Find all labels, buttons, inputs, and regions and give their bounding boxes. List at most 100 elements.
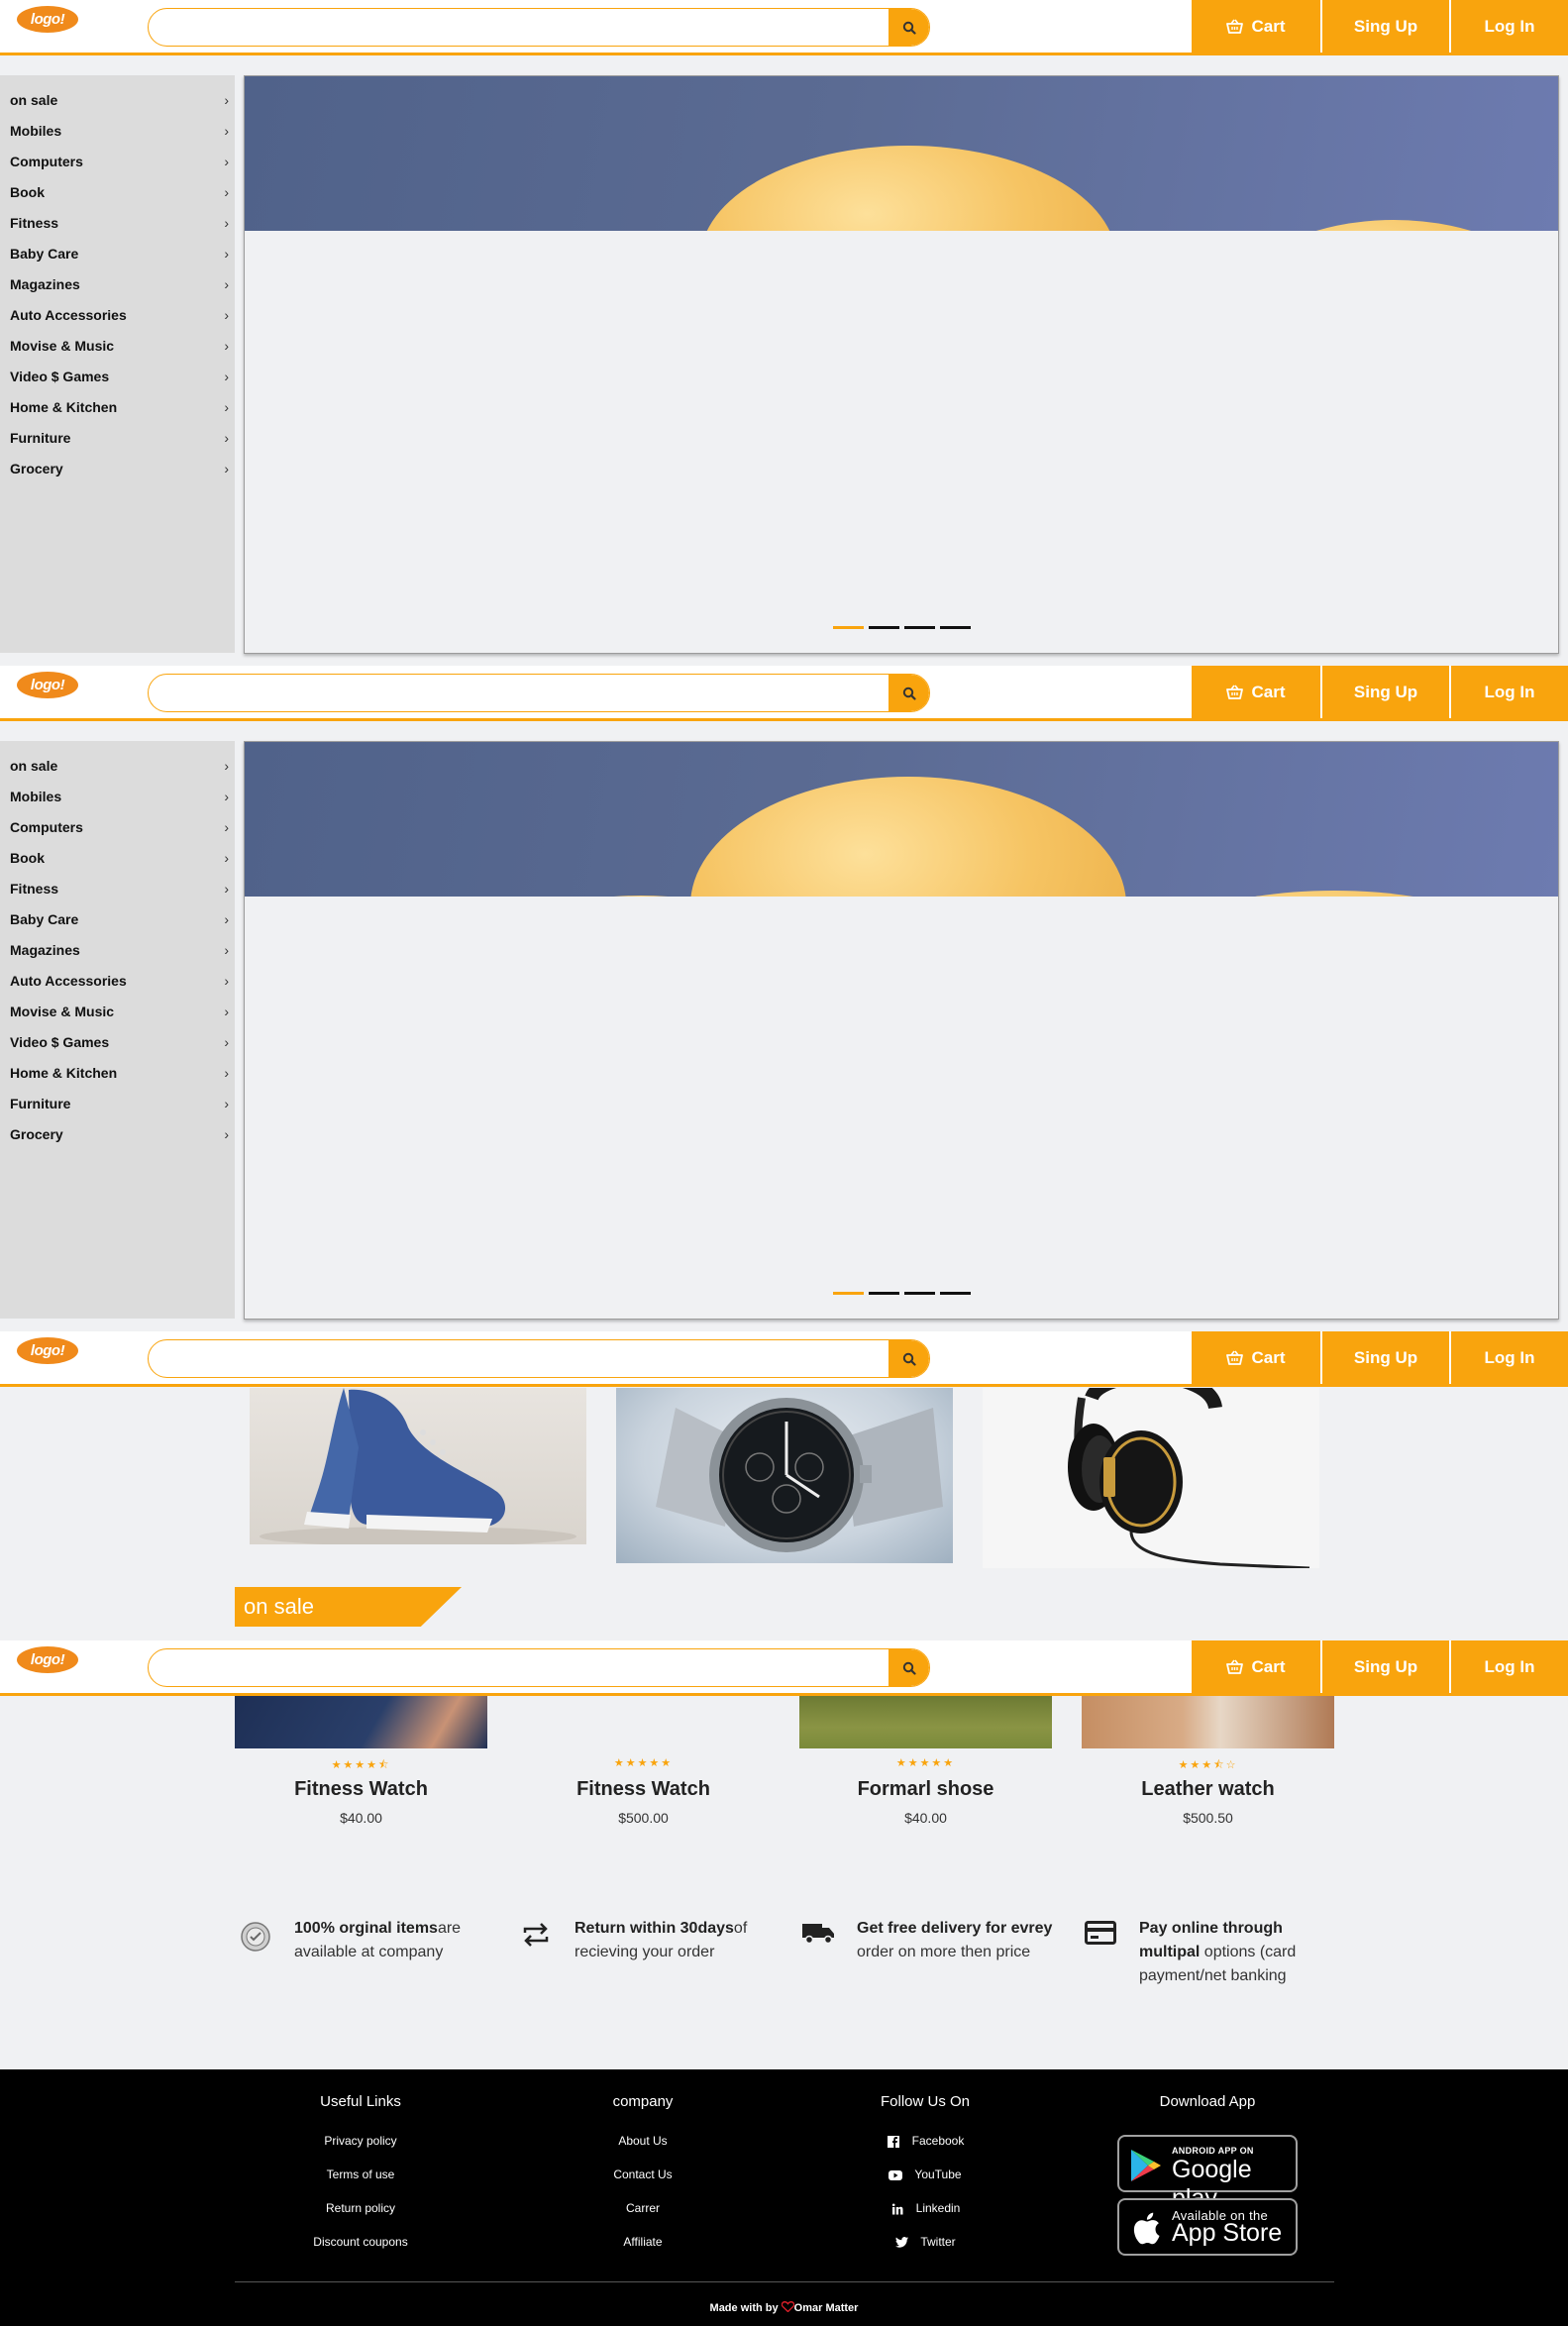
product-name[interactable]: Fitness Watch	[235, 1778, 487, 1801]
category-item[interactable]: Computers ›	[0, 811, 235, 842]
social-link-facebook[interactable]: Facebook	[798, 2135, 1052, 2168]
category-item[interactable]: Fitness ›	[0, 873, 235, 903]
social-link-twitter[interactable]: Twitter	[798, 2236, 1052, 2270]
category-item[interactable]: Baby Care ›	[0, 238, 235, 268]
signup-button[interactable]: Sing Up	[1322, 1331, 1449, 1384]
product-thumbnail[interactable]	[235, 1695, 487, 1748]
footer-link[interactable]: Contact Us	[516, 2168, 770, 2202]
chevron-right-icon: ›	[224, 245, 229, 262]
category-item[interactable]: Fitness ›	[0, 207, 235, 238]
category-item[interactable]: Movise & Music ›	[0, 330, 235, 361]
category-item[interactable]: Auto Accessories ›	[0, 965, 235, 996]
google-play-badge[interactable]: ANDROID APP ON Google play	[1117, 2135, 1298, 2212]
category-item[interactable]: Auto Accessories ›	[0, 299, 235, 330]
search-button[interactable]	[889, 1649, 929, 1686]
app-store-badge[interactable]: Available on the App Store	[1117, 2198, 1298, 2256]
category-item[interactable]: Mobiles ›	[0, 781, 235, 811]
category-item[interactable]: Book ›	[0, 176, 235, 207]
category-item[interactable]: Baby Care ›	[0, 903, 235, 934]
search-button[interactable]	[889, 675, 929, 711]
carousel-indicator[interactable]	[832, 1292, 864, 1295]
product-name[interactable]: Leather watch	[1082, 1778, 1334, 1801]
login-button[interactable]: Log In	[1451, 666, 1568, 718]
cart-label: Cart	[1251, 682, 1286, 701]
cart-button[interactable]: Cart	[1192, 666, 1320, 718]
product-thumbnail[interactable]	[517, 1695, 770, 1748]
product-card[interactable]: ★★★★⯪ Fitness Watch $40.00	[235, 1695, 487, 1826]
footer-link[interactable]: About Us	[516, 2135, 770, 2168]
product-thumbnail[interactable]	[799, 1695, 1052, 1748]
product-thumbnail[interactable]	[1082, 1695, 1334, 1748]
product-price: $500.50	[1183, 1810, 1233, 1826]
category-item[interactable]: Magazines ›	[0, 268, 235, 299]
category-item[interactable]: Mobiles ›	[0, 115, 235, 146]
carousel-indicator[interactable]	[868, 626, 899, 629]
footer-link[interactable]: Discount coupons	[234, 2236, 487, 2270]
category-item[interactable]: Magazines ›	[0, 934, 235, 965]
chevron-right-icon: ›	[224, 460, 229, 476]
cart-button[interactable]: Cart	[1192, 1331, 1320, 1384]
product-image-watch[interactable]	[616, 1388, 953, 1563]
search-button[interactable]	[889, 1340, 929, 1377]
product-card[interactable]: ★★★★★ Formarl shose $40.00	[799, 1695, 1052, 1826]
signup-button[interactable]: Sing Up	[1322, 1640, 1449, 1693]
category-item[interactable]: Home & Kitchen ›	[0, 391, 235, 422]
footer-link[interactable]: Terms of use	[234, 2168, 487, 2202]
site-logo[interactable]: logo!	[17, 1646, 78, 1673]
product-name[interactable]: Formarl shose	[799, 1778, 1052, 1801]
social-link-youtube[interactable]: YouTube	[798, 2168, 1052, 2202]
carousel-indicator[interactable]	[939, 1292, 971, 1295]
carousel-indicator[interactable]	[832, 626, 864, 629]
cart-button[interactable]: Cart	[1192, 1640, 1320, 1693]
product-name[interactable]: Fitness Watch	[517, 1778, 770, 1801]
category-label: Baby Care	[10, 245, 79, 262]
footer-link[interactable]: Carrer	[516, 2202, 770, 2236]
category-item[interactable]: Home & Kitchen ›	[0, 1057, 235, 1088]
carousel-indicator[interactable]	[903, 1292, 935, 1295]
category-item[interactable]: Computers ›	[0, 146, 235, 176]
carousel-slide-image	[245, 76, 1558, 231]
product-card[interactable]: ★★★⯪☆ Leather watch $500.50	[1082, 1695, 1334, 1826]
site-logo[interactable]: logo!	[17, 1337, 78, 1364]
search-icon	[902, 687, 916, 700]
category-item[interactable]: Grocery ›	[0, 1118, 235, 1149]
login-button[interactable]: Log In	[1451, 1331, 1568, 1384]
footer-link[interactable]: Privacy policy	[234, 2135, 487, 2168]
product-card[interactable]: ★★★★★ Fitness Watch $500.00	[517, 1695, 770, 1826]
site-header: logo! Cart Sing Up Log In	[0, 0, 1568, 55]
carousel-indicator[interactable]	[939, 626, 971, 629]
footer-useful-links: Useful Links Privacy policy Terms of use…	[234, 2093, 487, 2270]
category-item[interactable]: on sale ›	[0, 84, 235, 115]
carousel-indicator[interactable]	[868, 1292, 899, 1295]
cart-button[interactable]: Cart	[1192, 0, 1320, 53]
footer-link[interactable]: Return policy	[234, 2202, 487, 2236]
product-image-shoes[interactable]	[250, 1388, 586, 1544]
search-input[interactable]	[149, 1649, 882, 1686]
category-item[interactable]: on sale ›	[0, 750, 235, 781]
carousel-indicator[interactable]	[903, 626, 935, 629]
login-button[interactable]: Log In	[1451, 0, 1568, 53]
search-input[interactable]	[149, 675, 882, 711]
category-item[interactable]: Furniture ›	[0, 1088, 235, 1118]
site-logo[interactable]: logo!	[17, 6, 78, 33]
signup-button[interactable]: Sing Up	[1322, 666, 1449, 718]
category-item[interactable]: Book ›	[0, 842, 235, 873]
chevron-right-icon: ›	[224, 788, 229, 804]
login-button[interactable]: Log In	[1451, 1640, 1568, 1693]
product-image-headphones[interactable]	[983, 1388, 1319, 1568]
signup-button[interactable]: Sing Up	[1322, 0, 1449, 53]
category-item[interactable]: Grocery ›	[0, 453, 235, 483]
site-logo[interactable]: logo!	[17, 672, 78, 698]
hero-carousel[interactable]	[244, 75, 1559, 654]
social-link-linkedin[interactable]: Linkedin	[798, 2202, 1052, 2236]
search-input[interactable]	[149, 9, 882, 46]
product-price: $40.00	[904, 1810, 947, 1826]
category-item[interactable]: Video $ Games ›	[0, 1026, 235, 1057]
category-item[interactable]: Video $ Games ›	[0, 361, 235, 391]
search-button[interactable]	[889, 9, 929, 46]
footer-link[interactable]: Affiliate	[516, 2236, 770, 2270]
search-input[interactable]	[149, 1340, 882, 1377]
category-item[interactable]: Movise & Music ›	[0, 996, 235, 1026]
hero-carousel[interactable]	[244, 741, 1559, 1320]
category-item[interactable]: Furniture ›	[0, 422, 235, 453]
